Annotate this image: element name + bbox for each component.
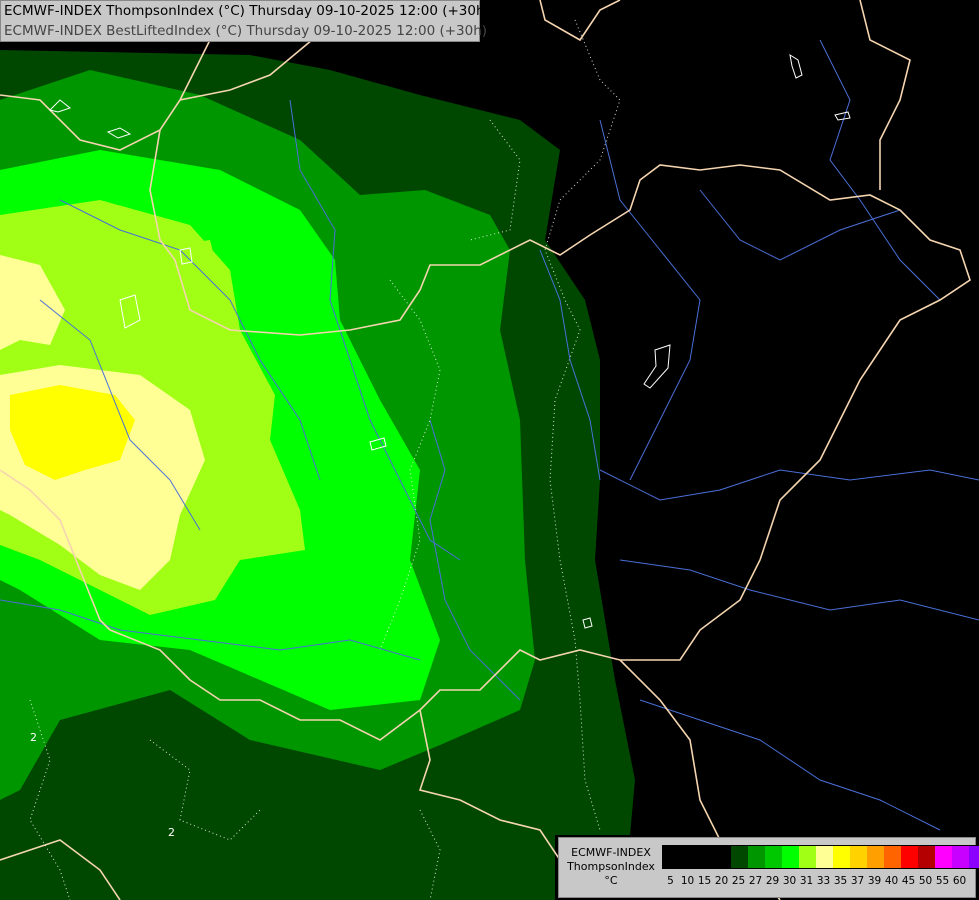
legend-tick: 45 (901, 875, 916, 887)
lake-outline (643, 344, 671, 389)
country-border (539, 0, 621, 42)
forecast-map: 2 2 (0, 0, 979, 900)
contour-label: 2 (30, 731, 37, 744)
legend-swatch (850, 846, 867, 868)
legend-swatch (663, 846, 680, 868)
lake-outline (834, 111, 851, 121)
title-line-thompson-index: ECMWF-INDEX ThompsonIndex (°C) Thursday … (4, 3, 490, 19)
legend-swatch (935, 846, 952, 868)
legend-swatch (969, 846, 979, 868)
legend-swatch (748, 846, 765, 868)
legend-tick: 40 (884, 875, 899, 887)
color-legend: ECMWF-INDEX ThompsonIndex °C 5 10 15 20 25 27… (558, 837, 979, 898)
legend-swatch (833, 846, 850, 868)
legend-swatch (816, 846, 833, 868)
title-line-best-lifted-index: ECMWF-INDEX BestLiftedIndex (°C) Thursda… (4, 23, 488, 39)
legend-tick: 39 (867, 875, 882, 887)
lake-outline (789, 53, 803, 79)
river (699, 189, 901, 261)
legend-tick: 20 (714, 875, 729, 887)
index-fill-layer (0, 50, 635, 900)
legend-swatch (952, 846, 969, 868)
legend-label: ECMWF-INDEX ThompsonIndex °C (563, 846, 659, 888)
river (639, 699, 941, 831)
legend-tick: 10 (680, 875, 695, 887)
legend-tick: 15 (697, 875, 712, 887)
legend-tick: 37 (850, 875, 865, 887)
legend-tick: 33 (816, 875, 831, 887)
legend-tick: 5 (667, 875, 674, 887)
legend-swatch (867, 846, 884, 868)
legend-swatch (697, 846, 714, 868)
legend-tick: 35 (833, 875, 848, 887)
legend-tick: 27 (748, 875, 763, 887)
legend-tick: 30 (782, 875, 797, 887)
legend-tick: 29 (765, 875, 780, 887)
map-title-box: ECMWF-INDEX ThompsonIndex (°C) Thursday … (0, 0, 490, 42)
legend-tick: 60 (952, 875, 967, 887)
contour-label: 2 (168, 826, 175, 839)
legend-tick: 31 (799, 875, 814, 887)
legend-tick: 55 (935, 875, 950, 887)
legend-model: ECMWF-INDEX (571, 846, 651, 859)
legend-swatch (714, 846, 731, 868)
country-border (859, 0, 911, 190)
legend-swatch (731, 846, 748, 868)
legend-swatch (782, 846, 799, 868)
legend-unit: °C (604, 874, 618, 887)
legend-swatch (799, 846, 816, 868)
river (619, 559, 979, 621)
legend-swatch (884, 846, 901, 868)
legend-tick: 50 (918, 875, 933, 887)
legend-swatch (680, 846, 697, 868)
legend-swatch (765, 846, 782, 868)
river (599, 469, 979, 501)
river (599, 119, 701, 481)
legend-ticks: 5 10 15 20 25 27 29 30 31 33 35 37 39 40 45 50 55 60 (662, 875, 968, 889)
weather-map-view: { "header": { "line1": "ECMWF-INDEX Thom… (0, 0, 979, 900)
legend-swatch (918, 846, 935, 868)
legend-parameter: ThompsonIndex (567, 860, 655, 873)
legend-tick: 25 (731, 875, 746, 887)
legend-swatch (901, 846, 918, 868)
legend-swatches (662, 845, 979, 869)
